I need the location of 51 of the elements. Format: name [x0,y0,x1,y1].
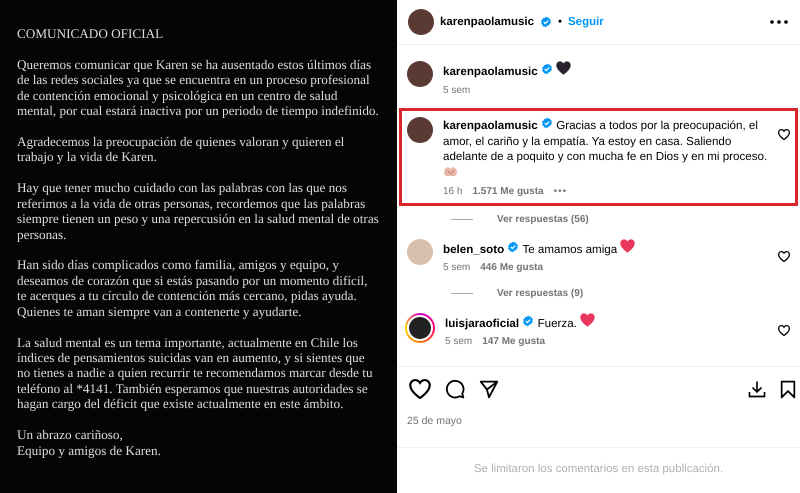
avatar-photo[interactable] [407,117,433,143]
comment-username[interactable]: karenpaolamusic [443,119,538,132]
statement-paragraph: La salud mental es un tema importante, actualmente en Chile los índices de pensamientos suicidas van en aumento, y si sientes que no tienes a nadie a quien recurrir te recomendamos marcar desde tu teléfono al *4141. También esperamos que nuestras autoridades se hagan cargo del déficit que existe actualmente en este ámbito. [17,334,374,412]
comment-options-button[interactable]: ••• [554,184,568,200]
comment-like-button[interactable] [778,250,790,262]
comments-limited-notice: Se limitaron los comentarios en esta publicación. [472,462,724,475]
avatar-photo[interactable] [408,9,434,35]
heart-icon [778,250,790,262]
separator-dot: • [558,16,562,28]
paper-plane-icon [479,380,499,398]
more-options-button[interactable] [770,20,788,24]
statement-paragraph: Un abrazo cariñoso, Equipo y amigos de Karen. [17,427,162,458]
story-ring-avatar[interactable] [405,312,435,342]
heart-icon [778,129,790,140]
statement-paragraph: Agradecemos la preocupación de quienes valoran y quieren el trabajo y la vida de Karen. [17,134,346,165]
share-button[interactable] [479,380,499,398]
heart-icon [409,379,431,399]
download-button[interactable] [748,380,766,398]
comment-username[interactable]: luisjaraoficial [445,316,520,330]
follow-button[interactable]: Seguir [568,16,604,28]
statement-paragraph: Han sido días complicados como familia, amigos y equipo, y deseamos de corazón que si estás pasando por un momento difícil, te acerques a tu círculo de contención más cercano, pidas ayuda. Quienes te aman siempre van a contenerte y ayudarte. [17,257,368,320]
like-button[interactable] [409,379,431,399]
comment-time: 5 sem [445,335,472,349]
like-count[interactable]: 147 Me gusta [482,334,546,350]
more-options-icon [770,20,788,24]
download-icon [748,380,766,398]
like-count[interactable]: 1.571 Me gusta [472,184,544,200]
comment-username[interactable]: karenpaolamusic [443,65,538,78]
save-button[interactable] [780,380,796,398]
speech-bubble-icon [445,379,465,399]
comment-text: luisjaraoficial Fuerza. [445,312,768,331]
avatar-photo[interactable] [407,61,433,87]
statement-paragraph: Hay que tener mucho cuidado con las palabras con las que nos referimos a la vida de otras personas, recordemos que las palabras siempre tienen un peso y una repercusión en la salud mental de otras personas. [17,180,379,242]
comment-username[interactable]: belen_soto [443,242,504,256]
comment-time: 5 sem [443,84,470,98]
comment-time: 5 sem [443,261,470,275]
comment-time: 16 h [443,185,462,199]
view-replies-link[interactable]: Ver respuestas (56) [497,214,589,224]
like-count[interactable]: 446 Me gusta [480,260,544,276]
post-date: 25 de mayo [397,409,800,448]
statement-title: COMUNICADO OFICIAL [17,26,164,42]
username[interactable]: karenpaolamusic [440,16,534,28]
bookmark-icon [780,380,796,398]
comment-button[interactable] [445,379,465,399]
comment-like-button[interactable] [778,324,790,336]
view-replies-link[interactable]: Ver respuestas (9) [497,288,584,298]
comment-text: belen_soto Te amamos amiga [443,238,768,257]
heart-icon [778,324,790,336]
statement-paragraph: Queremos comunicar que Karen se ha ausentado estos últimos días de las redes sociales ya que se encuentra en un proceso profesional de contención emocional y psicológica en un centro de salud mental, por cual estará inactiva por un periodo de tiempo indefinido. [17,56,379,119]
comment-like-button[interactable] [778,129,790,140]
comment-text: karenpaolamusic Gracias a todos por la preocupación, el amor, el cariño y la empatía. Ya estoy en casa. Saliendo adelante de a poquito y con mucha fe en Dios y en mi proceso. [443,117,768,181]
